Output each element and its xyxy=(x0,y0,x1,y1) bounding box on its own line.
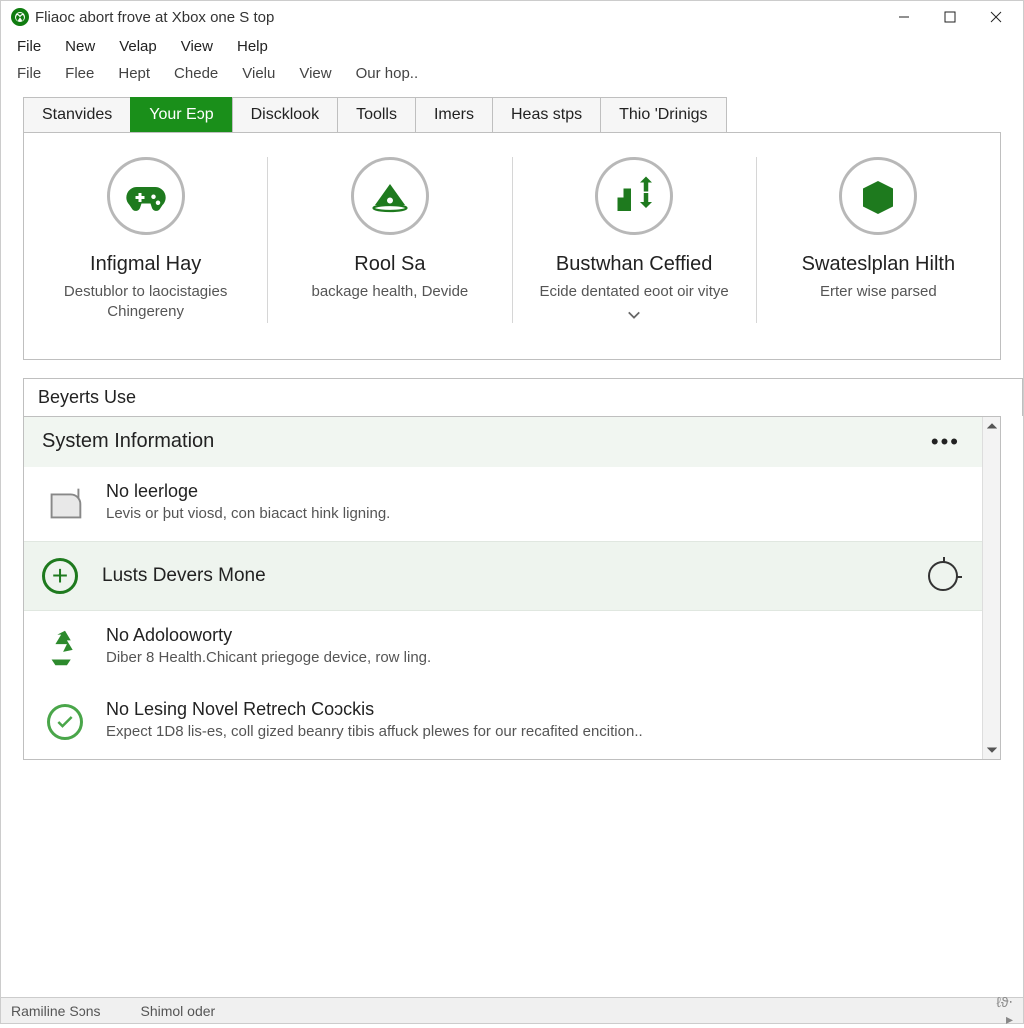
tab-toolls[interactable]: Toolls xyxy=(337,97,416,132)
card-swates[interactable]: Swateslplan Hilth Erter wise parsed xyxy=(757,157,1000,323)
card-infigmal[interactable]: Infigmal Hay Destublor to laocistagies C… xyxy=(24,157,268,323)
tab-strip: Stanvides Your Eɔp Discklook Toolls Imer… xyxy=(23,97,1001,132)
status-bar: Ramiline Sɔns Shimol oder ℓϑ‧▸ xyxy=(1,997,1023,1023)
scroll-up-icon[interactable] xyxy=(983,417,1000,435)
sysinfo-row: No Lesing Novel Retrech Coɔckis Expect 1… xyxy=(24,685,1000,759)
menu-item[interactable]: New xyxy=(59,36,101,57)
menu-item[interactable]: View xyxy=(293,63,337,84)
tab-your-eop[interactable]: Your Eɔp xyxy=(130,97,232,132)
menu-bar-primary: File New Velap View Help xyxy=(1,33,1023,60)
menu-item[interactable]: Vielu xyxy=(236,63,281,84)
sysinfo-item-desc: Expect 1D8 lis-es, coll gized beanry tib… xyxy=(106,723,643,740)
disc-icon xyxy=(351,157,429,235)
card-rool[interactable]: Rool Sa backage health, Devide xyxy=(268,157,512,323)
sysinfo-heading: System Information xyxy=(42,430,931,453)
transfer-icon xyxy=(595,157,673,235)
maximize-button[interactable] xyxy=(927,1,973,33)
menu-item[interactable]: Chede xyxy=(168,63,224,84)
sysinfo-item-desc: Diber 8 Health.Chicant priegoge device, … xyxy=(106,649,431,666)
menu-item[interactable]: File xyxy=(11,63,47,84)
status-left: Ramiline Sɔns xyxy=(11,1003,100,1019)
chevron-down-icon xyxy=(627,308,641,322)
recycle-icon xyxy=(42,625,88,671)
box-icon xyxy=(839,157,917,235)
sysinfo-expand-row[interactable]: + Lusts Devers Mone xyxy=(24,541,1000,611)
sysinfo-row: No Adolooworty Diber 8 Health.Chicant pr… xyxy=(24,611,1000,685)
status-mid: Shimol oder xyxy=(140,1003,215,1019)
plus-circle-icon: + xyxy=(42,558,78,594)
menu-item[interactable]: Help xyxy=(231,36,274,57)
tab-stanvides[interactable]: Stanvides xyxy=(23,97,131,132)
tab-discklook[interactable]: Discklook xyxy=(232,97,338,132)
scroll-track[interactable] xyxy=(983,435,1000,741)
target-icon xyxy=(928,561,958,591)
sysinfo-item-title: Lusts Devers Mone xyxy=(102,565,904,587)
check-circle-icon xyxy=(42,699,88,745)
sysinfo-header: System Information ••• xyxy=(24,417,1000,467)
sysinfo-item-desc: Levis or þut viosd, con biacact hink lig… xyxy=(106,505,390,522)
title-bar: Fliaoc abort frove at Xbox one S top xyxy=(1,1,1023,33)
minimize-button[interactable] xyxy=(881,1,927,33)
card-bustwhan[interactable]: Bustwhan Ceffied Ecide dentated eoot oir… xyxy=(513,157,757,323)
sysinfo-item-title: No leerloge xyxy=(106,481,390,502)
sysinfo-row: No leerloge Levis or þut viosd, con biac… xyxy=(24,467,1000,541)
card-title: Swateslplan Hilth xyxy=(777,253,980,276)
system-information-panel: System Information ••• No leerloge Levis… xyxy=(23,416,1001,760)
tab-thio[interactable]: Thio 'Drinigs xyxy=(600,97,726,132)
menu-bar-secondary: File Flee Hept Chede Vielu View Our hop.… xyxy=(1,60,1023,87)
close-button[interactable] xyxy=(973,1,1019,33)
more-menu-icon[interactable]: ••• xyxy=(931,429,982,455)
menu-item[interactable]: File xyxy=(11,36,47,57)
sysinfo-item-title: No Lesing Novel Retrech Coɔckis xyxy=(106,699,643,720)
menu-item[interactable]: View xyxy=(175,36,219,57)
scroll-down-icon[interactable] xyxy=(983,741,1000,759)
tab-imers[interactable]: Imers xyxy=(415,97,493,132)
card-title: Infigmal Hay xyxy=(44,253,247,276)
card-desc: Ecide dentated eoot oir vitye xyxy=(533,282,736,302)
menu-item[interactable]: Flee xyxy=(59,63,100,84)
menu-item[interactable]: Our hop.. xyxy=(350,63,425,84)
sysinfo-item-title: No Adolooworty xyxy=(106,625,431,646)
tab-heas[interactable]: Heas stps xyxy=(492,97,601,132)
vertical-scrollbar[interactable] xyxy=(982,417,1000,759)
card-title: Rool Sa xyxy=(288,253,491,276)
mailbox-icon xyxy=(42,481,88,527)
card-desc: backage health, Devide xyxy=(288,282,491,302)
gamepad-icon xyxy=(107,157,185,235)
tab-beyerts[interactable]: Beyerts Use xyxy=(23,378,1023,416)
menu-item[interactable]: Velap xyxy=(113,36,163,57)
card-desc: Erter wise parsed xyxy=(777,282,980,302)
feature-cards-panel: Infigmal Hay Destublor to laocistagies C… xyxy=(23,132,1001,360)
card-title: Bustwhan Ceffied xyxy=(533,253,736,276)
menu-item[interactable]: Hept xyxy=(112,63,156,84)
resize-grip-icon[interactable]: ℓϑ‧▸ xyxy=(995,994,1013,1028)
window-title: Fliaoc abort frove at Xbox one S top xyxy=(35,9,274,26)
xbox-icon xyxy=(11,8,29,26)
card-desc: Destublor to laocistagies Chingereny xyxy=(44,282,247,323)
